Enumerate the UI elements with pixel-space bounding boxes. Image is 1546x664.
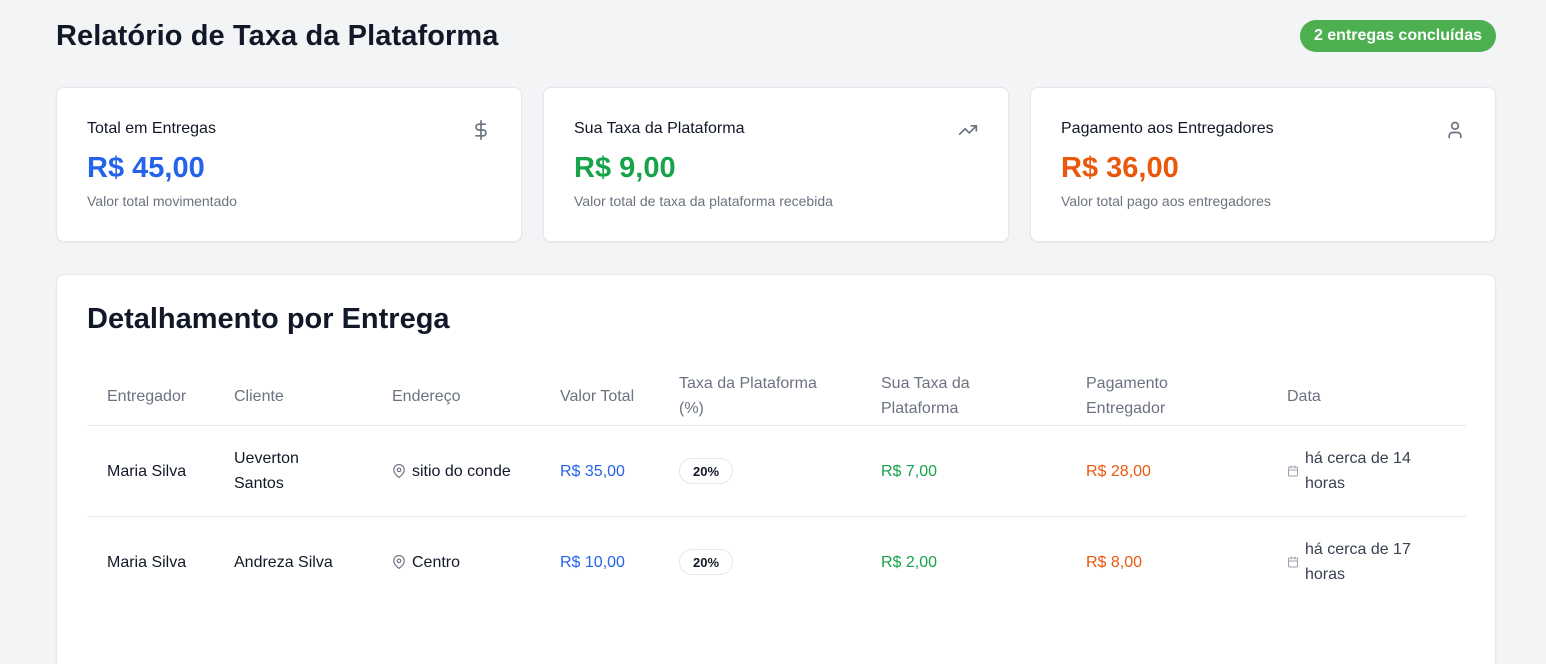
page-header: Relatório de Taxa da Plataforma 2 entreg… — [56, 18, 1496, 54]
section-title: Detalhamento por Entrega — [87, 303, 450, 335]
column-header: Data — [1267, 367, 1466, 426]
client-cell: Ueverton Santos — [214, 425, 372, 517]
card-description: Valor total pago aos entregadores — [1061, 193, 1271, 209]
column-header: Entregador — [87, 367, 214, 426]
page-title: Relatório de Taxa da Plataforma — [56, 19, 499, 52]
column-header: Sua Taxa da Plataforma — [861, 367, 1066, 426]
rate-cell: 20% — [659, 425, 861, 517]
address-cell: Centro — [372, 517, 540, 608]
map-pin-icon — [393, 464, 405, 478]
column-header: Endereço — [372, 367, 540, 426]
card-title: Total em Entregas — [87, 120, 216, 137]
date-cell: há cerca de 17 horas — [1267, 517, 1466, 608]
address-text: Centro — [412, 553, 461, 571]
courier-payout-card: Pagamento aos Entregadores R$ 36,00 Valo… — [1030, 87, 1496, 242]
platform-fee-cell: R$ 2,00 — [881, 553, 938, 571]
card-description: Valor total de taxa da plataforma recebi… — [574, 193, 833, 209]
courier-cell: Maria Silva — [107, 553, 187, 571]
card-description: Valor total movimentado — [87, 193, 237, 209]
total-value-cell: R$ 10,00 — [560, 553, 625, 571]
calendar-icon — [1288, 465, 1298, 477]
total-value-cell: R$ 35,00 — [540, 425, 659, 517]
card-title: Sua Taxa da Plataforma — [574, 120, 745, 137]
date-text: há cerca de 14 horas — [1305, 450, 1411, 492]
completed-deliveries-badge: 2 entregas concluídas — [1299, 20, 1496, 52]
platform-fee-cell: R$ 7,00 — [861, 425, 1066, 517]
column-header: Valor Total — [540, 367, 659, 426]
calendar-icon — [1288, 556, 1298, 568]
trending-up-icon — [958, 125, 978, 135]
card-value: R$ 36,00 — [1061, 152, 1179, 184]
courier-cell: Maria Silva — [87, 425, 214, 517]
address-text: sitio do conde — [412, 462, 511, 480]
table-row: Maria Silva Andreza Silva Centro R$ 10,0… — [87, 517, 1466, 608]
rate-badge: 20% — [679, 458, 734, 484]
summary-cards: Total em Entregas R$ 45,00 Valor total m… — [56, 87, 1496, 242]
column-header: Cliente — [214, 367, 372, 426]
rate-cell: 20% — [659, 517, 861, 608]
deliveries-table: Entregador Cliente Endereço Valor Total … — [87, 367, 1466, 608]
delivery-details-panel: Detalhamento por Entrega Entregador Clie… — [56, 274, 1496, 664]
courier-payout-cell: R$ 28,00 — [1066, 425, 1267, 517]
date-cell: há cerca de 14 horas — [1267, 425, 1466, 517]
rate-badge: 20% — [679, 549, 734, 576]
column-header: Taxa da Plataforma (%) — [659, 367, 861, 426]
platform-fee-card: Sua Taxa da Plataforma R$ 9,00 Valor tot… — [543, 87, 1009, 242]
client-cell: Andreza Silva — [234, 553, 333, 571]
dollar-icon — [475, 120, 487, 140]
total-deliveries-card: Total em Entregas R$ 45,00 Valor total m… — [56, 87, 522, 242]
card-title: Pagamento aos Entregadores — [1061, 120, 1274, 137]
table-header-row: Entregador Cliente Endereço Valor Total … — [87, 367, 1466, 426]
address-cell: sitio do conde — [372, 425, 540, 517]
user-icon — [1448, 121, 1462, 139]
courier-payout-cell: R$ 8,00 — [1086, 553, 1143, 571]
map-pin-icon — [393, 555, 405, 570]
card-value: R$ 9,00 — [574, 152, 676, 184]
date-text: há cerca de 17 horas — [1305, 541, 1411, 584]
card-value: R$ 45,00 — [87, 152, 205, 184]
table-row: Maria Silva Ueverton Santos sitio do con… — [87, 425, 1466, 517]
column-header: Pagamento Entregador — [1066, 367, 1267, 426]
